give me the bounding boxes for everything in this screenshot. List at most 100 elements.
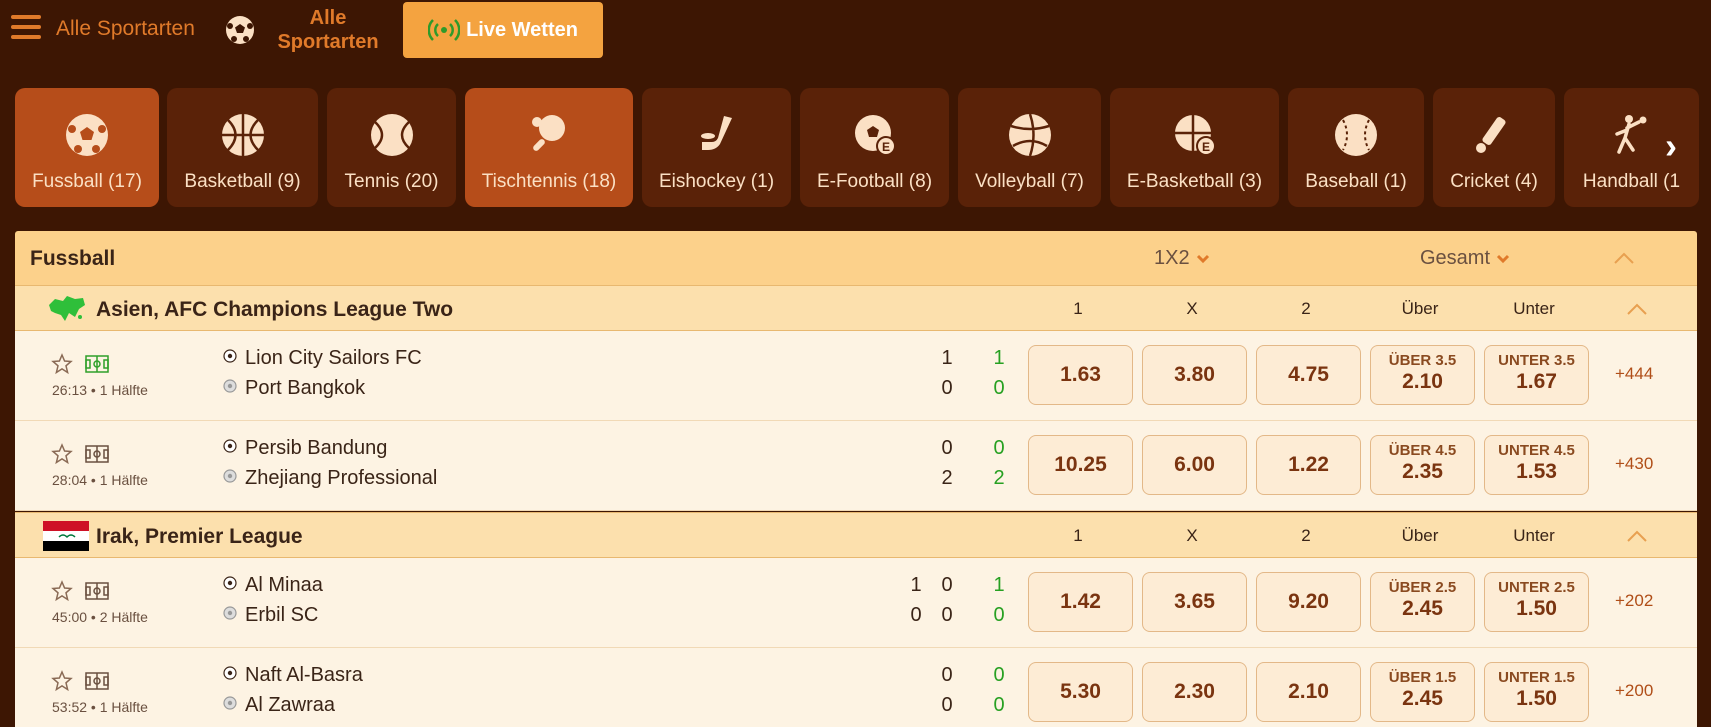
under-value: 1.50 [1516, 687, 1557, 710]
league-header[interactable]: Asien, AFC Champions League Two 1 X 2 Üb… [15, 285, 1697, 331]
odd-away-button[interactable]: 1.22 [1256, 435, 1361, 495]
odd-over-button[interactable]: ÜBER 4.5 2.35 [1370, 435, 1475, 495]
sport-tile-label: Baseball (1) [1305, 171, 1407, 192]
soccer-ball-icon [223, 606, 237, 620]
chevron-down-icon [1196, 254, 1209, 263]
odd-under-button[interactable]: UNTER 4.5 1.53 [1484, 435, 1589, 495]
sport-tile-baseball[interactable]: Baseball (1) [1288, 88, 1424, 207]
pitch-icon[interactable] [85, 671, 109, 691]
pitch-icon[interactable] [85, 354, 109, 374]
more-markets-link[interactable]: +200 [1615, 681, 1653, 701]
star-icon[interactable] [51, 670, 73, 692]
soccer-ball-icon [223, 576, 237, 590]
column-header-under: Unter [1513, 526, 1555, 545]
volleyball-icon [1008, 113, 1051, 157]
soccer-ball-icon [226, 16, 254, 44]
sport-tile-volleyball[interactable]: Volleyball (7) [958, 88, 1101, 207]
match-row[interactable]: 53:52 • 1 Hälfte Naft Al-Basra Al Zawraa… [15, 648, 1697, 727]
all-sports-tab[interactable]: Alle Sportarten [272, 6, 384, 54]
chevron-down-icon [1496, 254, 1510, 263]
more-markets-link[interactable]: +444 [1615, 364, 1653, 384]
odd-over-button[interactable]: ÜBER 3.5 2.10 [1370, 345, 1475, 405]
chevron-up-icon[interactable] [1626, 302, 1648, 316]
table-tennis-icon [532, 115, 565, 151]
under-value: 1.50 [1516, 597, 1557, 620]
chevron-up-icon[interactable] [1626, 529, 1648, 543]
sport-tile-cricket[interactable]: Cricket (4) [1433, 88, 1555, 207]
odd-draw-button[interactable]: 3.65 [1142, 572, 1247, 632]
star-icon[interactable] [51, 353, 73, 375]
pitch-icon[interactable] [85, 581, 109, 601]
chevron-right-icon[interactable]: › [1665, 126, 1695, 166]
away-team: Zhejiang Professional [223, 467, 437, 490]
odd-home-button[interactable]: 5.30 [1028, 662, 1133, 722]
odd-under-button[interactable]: UNTER 2.5 1.50 [1484, 572, 1589, 632]
odd-away-button[interactable]: 2.10 [1256, 662, 1361, 722]
sport-tile-tennis[interactable]: Tennis (20) [327, 88, 456, 207]
odd-under-button[interactable]: UNTER 3.5 1.67 [1484, 345, 1589, 405]
scope-dropdown[interactable]: Gesamt [1420, 247, 1510, 270]
column-header-1: 1 [1073, 299, 1083, 318]
odd-value: 10.25 [1054, 453, 1107, 476]
over-value: 2.45 [1402, 597, 1443, 620]
hamburger-menu-icon[interactable] [11, 15, 41, 45]
star-icon[interactable] [51, 443, 73, 465]
odd-draw-button[interactable]: 2.30 [1142, 662, 1247, 722]
home-half-score: 1 [941, 347, 953, 369]
sport-title: Fussball [30, 247, 116, 270]
column-header-over: Über [1401, 526, 1439, 545]
odd-away-button[interactable]: 9.20 [1256, 572, 1361, 632]
match-time: 53:52 • 1 Hälfte [52, 699, 148, 715]
column-header-under: Unter [1513, 299, 1555, 318]
market-panel: Fussball 1X2 Gesamt Asien, AFC Champions… [15, 231, 1697, 727]
sport-tile-fussball[interactable]: Fussball (17) [15, 88, 159, 207]
odd-home-button[interactable]: 1.63 [1028, 345, 1133, 405]
over-label: ÜBER 1.5 [1388, 669, 1457, 686]
sport-tile-label: Eishockey (1) [658, 171, 775, 192]
sport-tile-label: Tennis (20) [344, 171, 439, 192]
odd-value: 1.42 [1060, 590, 1101, 613]
live-signal-icon [428, 19, 461, 41]
pitch-icon[interactable] [85, 444, 109, 464]
column-header-1: 1 [1073, 526, 1083, 545]
odd-under-button[interactable]: UNTER 1.5 1.50 [1484, 662, 1589, 722]
sport-tile-efootball[interactable]: E E-Football (8) [800, 88, 949, 207]
more-markets-link[interactable]: +430 [1615, 454, 1653, 474]
away-team-name: Zhejiang Professional [245, 467, 438, 489]
odd-draw-button[interactable]: 3.80 [1142, 345, 1247, 405]
odd-over-button[interactable]: ÜBER 2.5 2.45 [1370, 572, 1475, 632]
market-type-dropdown[interactable]: 1X2 [1154, 247, 1210, 270]
under-label: UNTER 2.5 [1498, 579, 1575, 596]
away-half-score: 0 [941, 377, 953, 399]
match-row[interactable]: 28:04 • 1 Hälfte Persib Bandung Zhejiang… [15, 421, 1697, 511]
live-bets-button[interactable]: Live Wetten [403, 2, 603, 58]
match-row[interactable]: 45:00 • 2 Hälfte Al Minaa Erbil SC 1 0 1… [15, 558, 1697, 648]
sport-tile-tischtennis[interactable]: Tischtennis (18) [465, 88, 633, 207]
odd-value: 1.22 [1288, 453, 1329, 476]
column-header-over: Über [1401, 299, 1439, 318]
star-icon[interactable] [51, 580, 73, 602]
odd-draw-button[interactable]: 6.00 [1142, 435, 1247, 495]
odd-value: 9.20 [1288, 590, 1329, 613]
odd-home-button[interactable]: 10.25 [1028, 435, 1133, 495]
league-header[interactable]: Irak, Premier League 1 X 2 Über Unter [15, 512, 1697, 558]
sport-tile-eishockey[interactable]: Eishockey (1) [642, 88, 791, 207]
all-sports-link[interactable]: Alle Sportarten [56, 17, 195, 41]
match-time: 26:13 • 1 Hälfte [52, 382, 148, 398]
soccer-ball-icon [223, 349, 237, 363]
sport-tiles: Fussball (17) Basketball (9) Tennis (20)… [0, 88, 1711, 208]
soccer-ball-icon [223, 666, 237, 680]
more-markets-link[interactable]: +202 [1615, 591, 1653, 611]
odd-away-button[interactable]: 4.75 [1256, 345, 1361, 405]
odd-home-button[interactable]: 1.42 [1028, 572, 1133, 632]
under-label: UNTER 3.5 [1498, 352, 1575, 369]
handball-icon [1614, 115, 1646, 154]
sport-tile-basketball[interactable]: Basketball (9) [167, 88, 318, 207]
under-label: UNTER 1.5 [1498, 669, 1575, 686]
asia-map-icon [49, 296, 85, 321]
sport-tile-ebasketball[interactable]: E E-Basketball (3) [1110, 88, 1279, 207]
odd-value: 4.75 [1288, 363, 1329, 386]
match-row[interactable]: 26:13 • 1 Hälfte Lion City Sailors FC Po… [15, 331, 1697, 421]
odd-over-button[interactable]: ÜBER 1.5 2.45 [1370, 662, 1475, 722]
chevron-up-icon[interactable] [1613, 251, 1635, 265]
